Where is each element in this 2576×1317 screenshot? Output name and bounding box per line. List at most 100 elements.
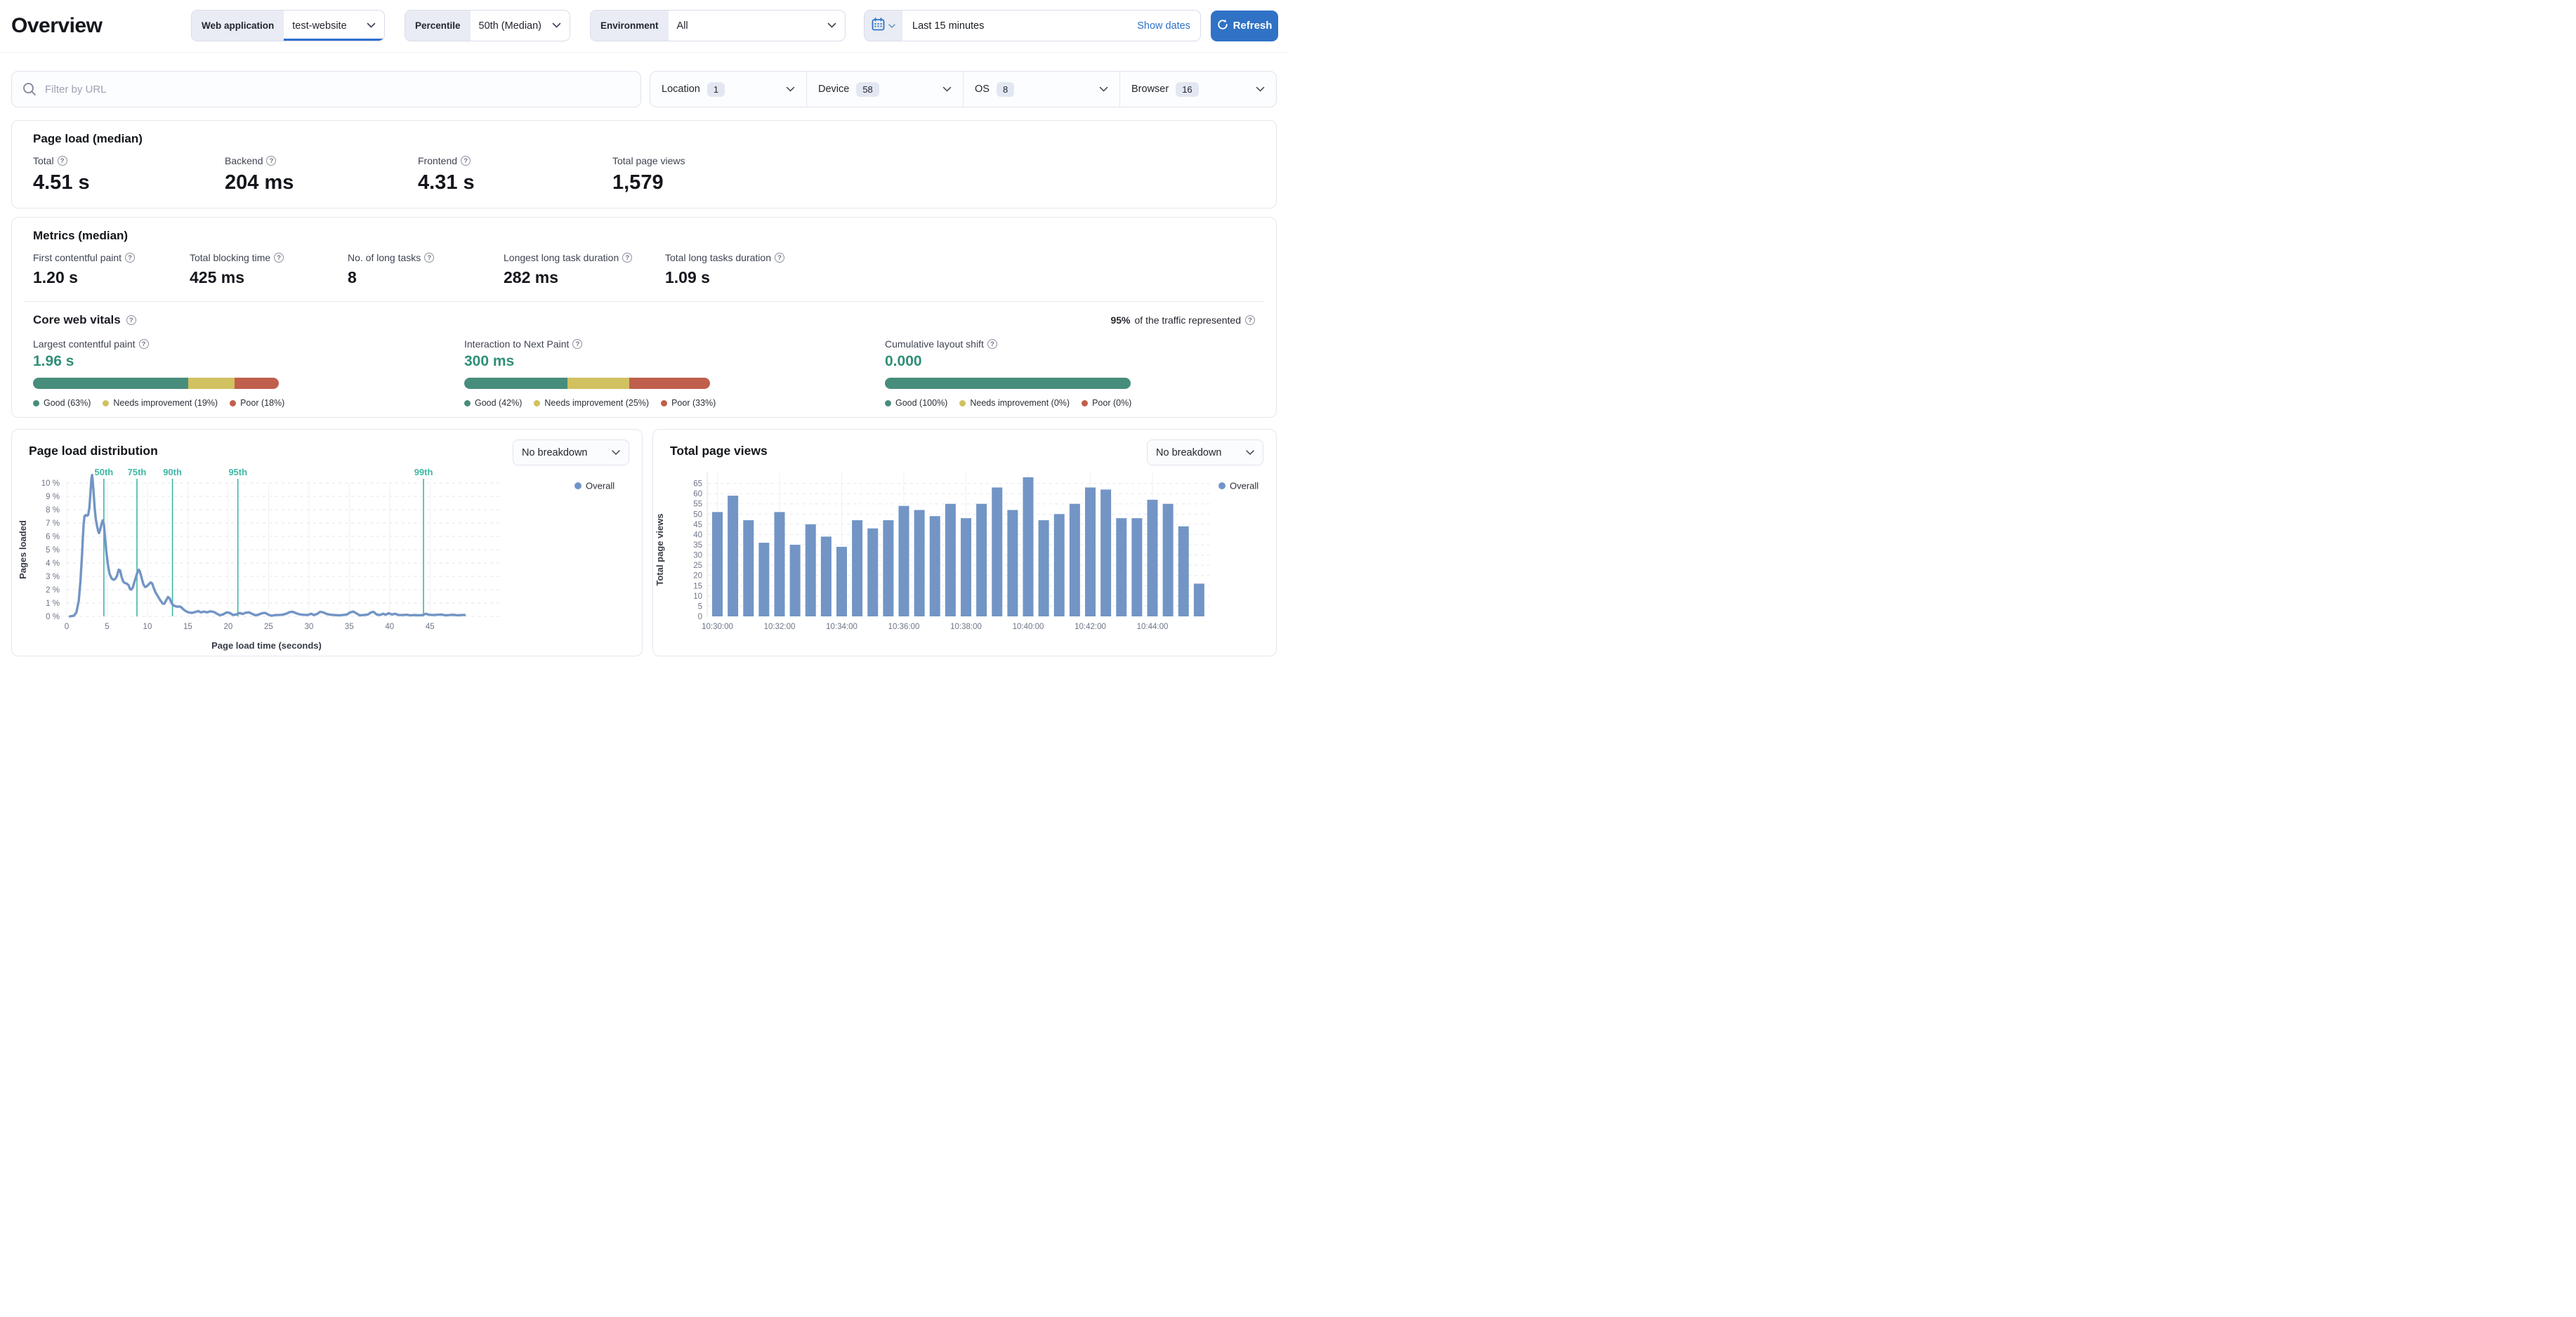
page-load-title: Page load (median) [33, 132, 143, 145]
environment-select[interactable]: Environment All [590, 10, 846, 41]
page-title: Overview [11, 13, 103, 37]
device-filter[interactable]: Device 58 [806, 72, 963, 107]
chevron-down-icon [786, 86, 795, 93]
svg-text:Overall: Overall [1230, 481, 1259, 491]
core-web-vitals-title: Core web vitals [33, 313, 121, 326]
web-application-select[interactable]: Web application test-website [191, 10, 385, 41]
search-icon [22, 81, 37, 100]
svg-text:0: 0 [698, 613, 702, 621]
chevron-down-icon [1256, 86, 1265, 93]
browser-count-badge: 16 [1176, 81, 1199, 97]
inp-distribution-bar [464, 378, 710, 389]
help-icon[interactable]: ? [125, 253, 136, 263]
svg-text:10:36:00: 10:36:00 [888, 623, 920, 631]
svg-text:55: 55 [693, 501, 702, 509]
chart-legend[interactable]: Overall [1218, 481, 1259, 491]
svg-text:5 %: 5 % [46, 546, 60, 555]
legend-poor: Poor (33%) [661, 398, 716, 408]
date-range-picker[interactable]: Last 15 minutes Show dates [864, 10, 1201, 41]
metric-longest-task: Longest long task duration? 282 ms [504, 252, 665, 287]
svg-text:30: 30 [304, 623, 313, 631]
help-icon[interactable]: ? [1245, 315, 1255, 325]
cls-distribution-bar [885, 378, 1131, 389]
help-icon[interactable]: ? [572, 339, 583, 349]
top-controls: Web application test-website Percentile … [191, 10, 1278, 41]
metric-frontend: Frontend? 4.31 s [418, 155, 475, 194]
svg-text:10 %: 10 % [41, 479, 60, 488]
lcp-distribution-bar [33, 378, 279, 389]
help-icon[interactable]: ? [774, 253, 784, 263]
percentile-select[interactable]: Percentile 50th (Median) [405, 10, 570, 41]
legend-good: Good (63%) [33, 398, 91, 408]
charts-row: Page load distribution No breakdown 0 5 10… [11, 429, 1277, 656]
svg-text:8 %: 8 % [46, 506, 60, 515]
page-load-distribution-chart: 0 5 10 15 20 25 30 35 40 45 0 % 1 % 2 % 3 % 4 % 5 % 6 % 7… [12, 467, 645, 661]
percentile-value: 50th (Median) [478, 20, 542, 32]
svg-text:75th: 75th [128, 468, 147, 477]
help-icon[interactable]: ? [622, 253, 633, 263]
svg-text:90th: 90th [163, 468, 182, 477]
svg-text:40: 40 [385, 623, 394, 631]
help-icon[interactable]: ? [57, 156, 67, 166]
svg-text:10: 10 [143, 623, 152, 631]
metric-fcp: First contentful paint? 1.20 s [33, 252, 190, 287]
breakdown-select[interactable]: No breakdown [1147, 439, 1263, 465]
svg-text:2 %: 2 % [46, 586, 60, 595]
cwv-cls: Cumulative layout shift? 0.000 Good (100… [885, 338, 1132, 408]
calendar-dropdown[interactable] [865, 11, 902, 41]
breakdown-select[interactable]: No breakdown [512, 439, 629, 465]
web-application-label: Web application [192, 11, 284, 41]
chevron-down-icon [1099, 86, 1108, 93]
help-icon[interactable]: ? [987, 339, 997, 349]
metrics-title: Metrics (median) [33, 229, 129, 242]
svg-text:10:30:00: 10:30:00 [702, 623, 733, 631]
metric-tbt: Total blocking time? 425 ms [190, 252, 348, 287]
svg-text:35: 35 [693, 541, 702, 550]
inp-value: 300 ms [464, 353, 515, 369]
help-icon[interactable]: ? [274, 253, 284, 263]
metric-total: Total? 4.51 s [33, 155, 90, 194]
help-icon[interactable]: ? [461, 156, 471, 166]
svg-text:15: 15 [693, 582, 702, 590]
filter-row: Location 1 Device 58 OS 8 Browser 16 [11, 71, 1277, 107]
browser-filter[interactable]: Browser 16 [1119, 72, 1276, 107]
svg-text:35: 35 [345, 623, 354, 631]
os-filter[interactable]: OS 8 [963, 72, 1119, 107]
chevron-down-icon [827, 22, 836, 29]
svg-text:10:32:00: 10:32:00 [764, 623, 796, 631]
svg-text:45: 45 [426, 623, 435, 631]
svg-text:10:40:00: 10:40:00 [1013, 623, 1044, 631]
svg-text:Pages loaded: Pages loaded [18, 520, 28, 579]
legend-poor: Poor (0%) [1082, 398, 1131, 408]
refresh-button[interactable]: Refresh [1211, 10, 1278, 41]
help-icon[interactable]: ? [266, 156, 277, 166]
help-icon[interactable]: ? [138, 339, 149, 349]
svg-text:10:34:00: 10:34:00 [826, 623, 857, 631]
total-page-views-chart: 0 5 10 15 20 25 30 35 40 45 50 55 60 65 10:30:00 10:32:… [653, 468, 1280, 661]
cwv-lcp: Largest contentful paint? 1.96 s Good (6… [33, 338, 464, 408]
metric-long-tasks: No. of long tasks? 8 [348, 252, 504, 287]
total-page-views-card: Total page views No breakdown 0 5 10 15 20 25… [652, 429, 1277, 656]
device-count-badge: 58 [856, 81, 879, 97]
metric-total-long-tasks: Total long tasks duration? 1.09 s [665, 252, 784, 287]
svg-text:10: 10 [693, 593, 702, 601]
help-icon[interactable]: ? [126, 315, 136, 325]
help-icon[interactable]: ? [424, 253, 435, 263]
svg-text:Overall: Overall [586, 481, 615, 491]
search-input[interactable] [11, 71, 641, 107]
metric-backend: Backend? 204 ms [225, 155, 294, 194]
location-filter[interactable]: Location 1 [650, 72, 806, 107]
chevron-down-icon [942, 86, 952, 93]
show-dates-link[interactable]: Show dates [1137, 20, 1190, 32]
legend-good: Good (42%) [464, 398, 522, 408]
svg-text:4 %: 4 % [46, 560, 60, 568]
chart-legend[interactable]: Overall [574, 481, 615, 491]
percentile-label: Percentile [405, 11, 471, 41]
environment-value: All [676, 20, 688, 32]
calendar-icon [872, 17, 885, 34]
chevron-down-icon [552, 22, 561, 29]
svg-text:40: 40 [693, 531, 702, 539]
svg-text:20: 20 [693, 572, 702, 581]
legend-needs-improvement: Needs improvement (25%) [534, 398, 649, 408]
legend-poor: Poor (18%) [230, 398, 284, 408]
